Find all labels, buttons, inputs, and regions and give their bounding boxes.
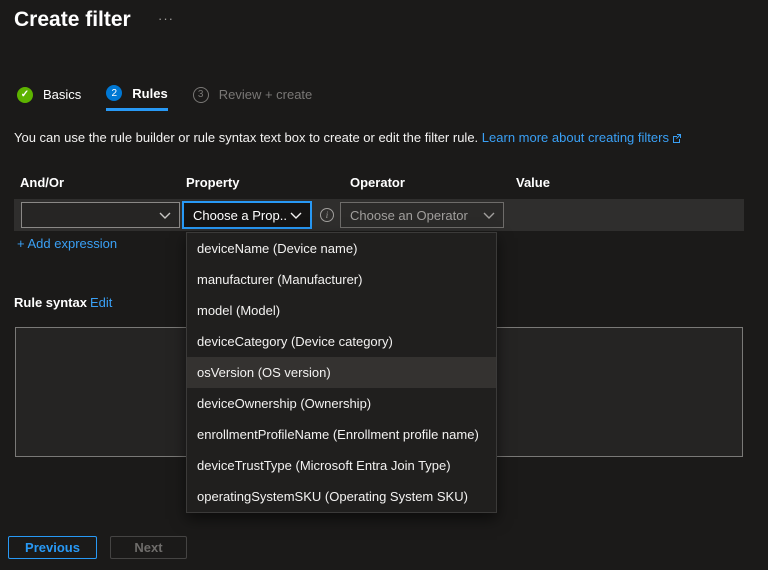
tab-review-create[interactable]: 3 Review + create (192, 85, 313, 111)
tab-rules[interactable]: 2 Rules (106, 85, 168, 111)
property-menu-item[interactable]: enrollmentProfileName (Enrollment profil… (187, 419, 496, 450)
column-header-operator: Operator (350, 175, 405, 190)
operator-dropdown-value: Choose an Operator (350, 207, 468, 223)
previous-button[interactable]: Previous (8, 536, 97, 559)
andor-dropdown[interactable] (21, 202, 180, 228)
expression-row: Choose a Prop... i Choose an Operator (14, 199, 744, 231)
step-label: Basics (43, 87, 82, 102)
step-label: Review + create (218, 87, 313, 102)
column-header-andor: And/Or (20, 175, 65, 190)
intro-sentence: You can use the rule builder or rule syn… (14, 130, 479, 145)
overflow-menu-icon[interactable]: ··· (158, 11, 174, 26)
rule-syntax-edit-link[interactable]: Edit (90, 295, 112, 310)
step-complete-check-icon: ✓ (17, 86, 33, 103)
add-expression-link[interactable]: + Add expression (17, 236, 117, 251)
property-dropdown[interactable]: Choose a Prop... (182, 201, 312, 229)
rule-builder-headers: And/Or Property Operator Value (0, 175, 768, 191)
property-menu-item[interactable]: deviceName (Device name) (187, 233, 496, 264)
chevron-down-icon (286, 212, 310, 219)
learn-more-link[interactable]: Learn more about creating filters (482, 130, 669, 145)
property-menu-item[interactable]: deviceTrustType (Microsoft Entra Join Ty… (187, 450, 496, 481)
property-menu-item[interactable]: deviceCategory (Device category) (187, 326, 496, 357)
property-menu-item[interactable]: deviceOwnership (Ownership) (187, 388, 496, 419)
property-menu-item[interactable]: operatingSystemSKU (Operating System SKU… (187, 481, 496, 512)
step-label: Rules (132, 85, 168, 101)
step-number-badge: 3 (192, 86, 209, 103)
footer: Previous Next (0, 536, 768, 560)
chevron-down-icon (479, 212, 503, 219)
page-title: Create filter (14, 8, 131, 31)
external-link-icon (672, 131, 682, 146)
property-menu-item[interactable]: model (Model) (187, 295, 496, 326)
column-header-value: Value (516, 175, 550, 190)
create-filter-dialog: Create filter ··· ✓ Basics 2 Rules 3 Rev… (0, 0, 768, 570)
property-menu-item[interactable]: osVersion (OS version) (187, 357, 496, 388)
tab-basics[interactable]: ✓ Basics (17, 85, 81, 111)
rule-syntax-label: Rule syntax (14, 295, 87, 310)
column-header-property: Property (186, 175, 240, 190)
wizard-steps: ✓ Basics 2 Rules 3 Review + create (17, 85, 312, 111)
next-button[interactable]: Next (110, 536, 187, 559)
info-icon[interactable]: i (320, 208, 334, 222)
operator-dropdown[interactable]: Choose an Operator (340, 202, 504, 228)
step-number-badge: 2 (106, 85, 123, 101)
intro-text: You can use the rule builder or rule syn… (14, 130, 756, 146)
property-menu-item[interactable]: manufacturer (Manufacturer) (187, 264, 496, 295)
property-dropdown-value: Choose a Prop... (193, 207, 286, 223)
property-menu: deviceName (Device name) manufacturer (Ma… (186, 232, 497, 513)
chevron-down-icon (155, 212, 179, 219)
